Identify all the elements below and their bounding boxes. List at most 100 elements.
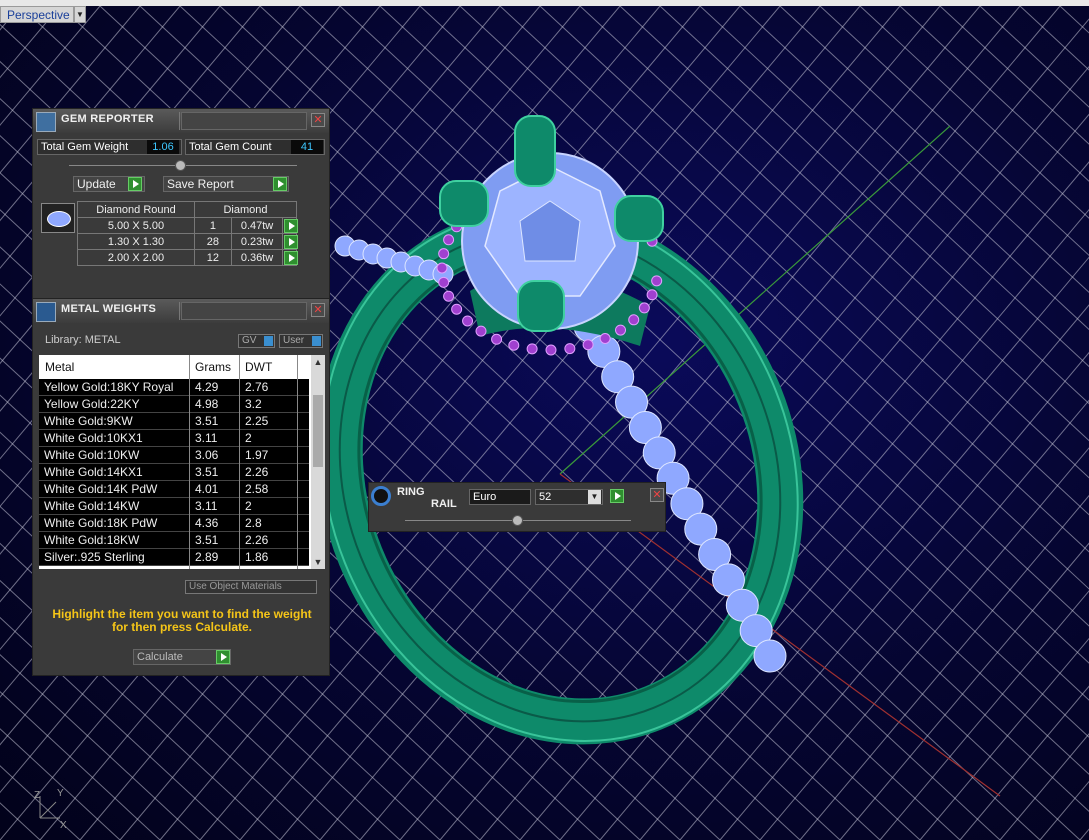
metal-row-grams: 3.06 xyxy=(195,448,219,462)
total-gem-count-value: 41 xyxy=(291,140,323,154)
gem-row-select[interactable] xyxy=(282,233,299,250)
gem-row-play-icon[interactable] xyxy=(284,219,299,233)
scroll-thumb[interactable] xyxy=(313,395,323,467)
metal-row[interactable]: White Gold:18KW 3.51 2.26 xyxy=(39,532,309,549)
gem-weight: 0.36tw xyxy=(230,249,284,266)
ring-rail-play-icon[interactable] xyxy=(610,489,624,503)
gem-count: 1 xyxy=(194,217,232,234)
axis-y-label: Y xyxy=(57,788,64,799)
gem-table: Diamond Round Diamond 5.00 X 5.00 1 0.47… xyxy=(77,201,299,266)
metal-row[interactable]: White Gold:10KX1 3.11 2 xyxy=(39,430,309,447)
save-report-play-icon[interactable] xyxy=(273,177,287,191)
chevron-down-icon[interactable]: ▼ xyxy=(588,490,601,504)
metal-weights-title: METAL WEIGHTS xyxy=(61,303,157,315)
axis-z-label: Z xyxy=(34,790,40,801)
ring-rail-title-1: RING xyxy=(397,486,425,498)
grams-column-header[interactable]: Grams xyxy=(195,360,231,374)
title-separator xyxy=(179,302,180,320)
calculate-play-icon[interactable] xyxy=(216,650,230,664)
ring-standard-field[interactable]: Euro xyxy=(469,489,531,505)
ring-rail-slider-knob[interactable] xyxy=(512,515,523,526)
metal-row[interactable]: Silver:.925 Sterling 2.89 1.86 xyxy=(39,549,309,566)
metal-row-grams: 4.29 xyxy=(195,380,219,394)
close-icon[interactable]: ✕ xyxy=(650,488,664,502)
metal-row-dwt: 2.26 xyxy=(245,533,269,547)
metal-row-metal: White Gold:10KX1 xyxy=(44,431,143,445)
metal-row-grams: 3.11 xyxy=(195,431,218,445)
update-play-icon[interactable] xyxy=(128,177,142,191)
title-drag-area[interactable] xyxy=(181,112,307,130)
metal-weights-titlebar[interactable]: METAL WEIGHTS ✕ xyxy=(33,299,329,323)
title-drag-area[interactable] xyxy=(181,302,307,320)
gem-row-play-icon[interactable] xyxy=(284,235,299,249)
gem-weight: 0.23tw xyxy=(230,233,284,250)
metal-row-dwt: 3.2 xyxy=(245,397,262,411)
metal-row[interactable]: White Gold:14K PdW 4.01 2.58 xyxy=(39,481,309,498)
metal-row-metal: White Gold:14KW xyxy=(44,499,140,513)
metal-row-metal: White Gold:10KW xyxy=(44,448,140,462)
metal-row-dwt: 2.8 xyxy=(245,516,262,530)
gv-toggle[interactable]: GV xyxy=(238,334,275,348)
close-icon[interactable]: ✕ xyxy=(311,303,325,317)
column-divider xyxy=(297,355,298,569)
metal-row-grams: 3.51 xyxy=(195,414,219,428)
metal-list-scrollbar[interactable]: ▲ ▼ xyxy=(311,355,325,569)
instruction-line-2: for then press Calculate. xyxy=(111,620,253,634)
metal-list-header: Metal Grams DWT xyxy=(39,355,309,377)
user-toggle-label: User xyxy=(283,335,305,346)
gem-reporter-titlebar[interactable]: GEM REPORTER ✕ xyxy=(33,109,329,133)
gv-toggle-indicator xyxy=(264,336,273,346)
gem-reporter-title: GEM REPORTER xyxy=(61,113,154,125)
library-label: Library: METAL xyxy=(45,334,121,346)
metal-row[interactable]: White Gold:18K PdW 4.36 2.8 xyxy=(39,515,309,532)
gem-row[interactable]: 1.30 X 1.30 28 0.23tw xyxy=(77,233,299,250)
title-separator xyxy=(179,112,180,130)
metal-list[interactable]: Metal Grams DWT Yellow Gold:18KY Royal 4.… xyxy=(39,355,325,569)
scroll-down-icon[interactable]: ▼ xyxy=(313,557,323,567)
metal-row[interactable]: White Gold:14KW 3.11 2 xyxy=(39,498,309,515)
gem-row-select[interactable] xyxy=(282,249,299,266)
gem-shape-header: Diamond Round xyxy=(77,201,195,218)
dwt-column-header[interactable]: DWT xyxy=(245,360,272,374)
diamond-round-shape-icon xyxy=(41,203,75,233)
gv-toggle-label: GV xyxy=(242,335,257,346)
metal-row[interactable]: White Gold:9KW 3.51 2.25 xyxy=(39,413,309,430)
ring-rail-icon xyxy=(371,486,391,506)
gem-table-header: Diamond Round Diamond xyxy=(77,201,297,218)
metal-row-grams: 2.89 xyxy=(195,550,219,564)
user-toggle[interactable]: User xyxy=(279,334,323,348)
gem-row-select[interactable] xyxy=(282,217,299,234)
viewport-title-tab[interactable]: Perspective xyxy=(0,6,74,23)
metal-row-grams: 4.98 xyxy=(195,397,219,411)
metal-row-grams: 4.36 xyxy=(195,516,219,530)
gem-count: 12 xyxy=(194,249,232,266)
viewport-dropdown-button[interactable]: ▼ xyxy=(74,6,86,23)
ring-rail-panel: RING RAIL Euro 52 ▼ ✕ xyxy=(368,482,666,532)
axis-x-label: X xyxy=(60,820,67,831)
metal-row-dwt: 2.26 xyxy=(245,465,269,479)
gem-row[interactable]: 2.00 X 2.00 12 0.36tw xyxy=(77,249,299,266)
gem-size: 5.00 X 5.00 xyxy=(77,217,195,234)
gem-row[interactable]: 5.00 X 5.00 1 0.47tw xyxy=(77,217,299,234)
scroll-up-icon[interactable]: ▲ xyxy=(313,357,323,367)
metal-row-metal: Yellow Gold:18KY Royal xyxy=(44,380,174,394)
metal-row-metal: Yellow Gold:22KY xyxy=(44,397,140,411)
metal-row[interactable]: White Gold:10KW 3.06 1.97 xyxy=(39,447,309,464)
metal-row[interactable]: White Gold:14KX1 3.51 2.26 xyxy=(39,464,309,481)
gem-count: 28 xyxy=(194,233,232,250)
metal-row-grams: 4.01 xyxy=(195,482,219,496)
gem-reporter-panel: GEM REPORTER ✕ Total Gem Weight 1.06 Tot… xyxy=(32,108,330,300)
metal-row[interactable]: Yellow Gold:18KY Royal 4.29 2.76 xyxy=(39,379,309,396)
gem-reporter-slider-knob[interactable] xyxy=(175,160,186,171)
metal-row[interactable]: Yellow Gold:22KY 4.98 3.2 xyxy=(39,396,309,413)
ring-rail-title-2: RAIL xyxy=(431,498,457,510)
gem-size: 1.30 X 1.30 xyxy=(77,233,195,250)
use-object-materials-toggle[interactable]: Use Object Materials xyxy=(185,580,317,594)
save-report-button[interactable]: Save Report xyxy=(163,176,289,192)
close-icon[interactable]: ✕ xyxy=(311,113,325,127)
use-object-materials-label: Use Object Materials xyxy=(189,581,282,592)
metal-column-header[interactable]: Metal xyxy=(45,360,74,374)
user-toggle-indicator xyxy=(312,336,321,346)
gem-row-play-icon[interactable] xyxy=(284,251,299,265)
gem-weight: 0.47tw xyxy=(230,217,284,234)
